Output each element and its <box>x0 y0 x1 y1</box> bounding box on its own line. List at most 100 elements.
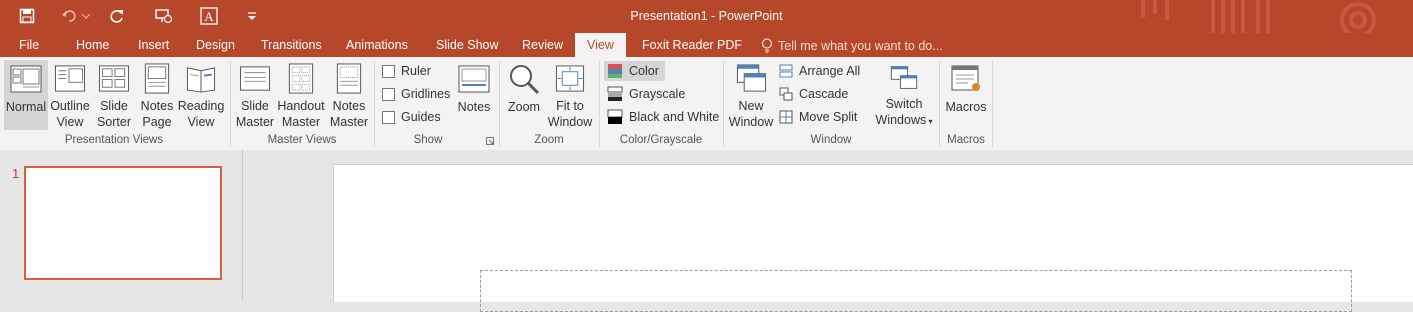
slide-canvas[interactable] <box>333 164 1413 312</box>
outline-view-label-2: View <box>56 115 84 129</box>
group-divider <box>723 61 724 147</box>
notes-page-button[interactable]: Notes Page <box>137 60 177 130</box>
cascade-label: Cascade <box>799 87 849 101</box>
slide-sorter-button[interactable]: Slide Sorter <box>94 60 134 130</box>
normal-view-button[interactable]: Normal <box>4 60 48 130</box>
slide-sorter-icon <box>98 65 130 92</box>
new-window-label-1: New <box>738 99 764 113</box>
switch-windows-label-2-wrap: Windows ▾ <box>876 112 933 130</box>
grayscale-button[interactable]: Grayscale <box>607 84 685 104</box>
zoom-magnifier-icon <box>510 65 540 95</box>
master-views-group-label: Master Views <box>267 134 337 146</box>
color-button[interactable]: Color <box>604 61 665 81</box>
tab-transitions[interactable]: Transitions <box>261 38 322 52</box>
checkbox-unchecked-icon <box>382 64 395 78</box>
tab-foxit-reader-pdf[interactable]: Foxit Reader PDF <box>642 38 742 52</box>
reading-view-label-2: View <box>187 115 215 129</box>
notes-master-button[interactable]: Notes Master <box>328 60 370 130</box>
slide-master-icon <box>239 66 271 91</box>
show-group-label: Show <box>413 134 443 146</box>
workspace: 1 <box>0 150 1413 312</box>
new-window-label-2: Window <box>728 115 774 129</box>
move-split-button[interactable]: Move Split <box>779 107 857 127</box>
guides-label: Guides <box>401 110 441 124</box>
macros-button[interactable]: Macros <box>944 60 988 130</box>
reading-view-button[interactable]: Reading View <box>178 60 224 130</box>
dropdown-arrow-icon: ▾ <box>926 117 933 126</box>
slide-master-label-2: Master <box>235 115 275 129</box>
grayscale-label: Grayscale <box>629 87 686 101</box>
tab-insert[interactable]: Insert <box>138 38 169 52</box>
slide-number: 1 <box>12 166 20 181</box>
slide-thumbnail-pane: 1 <box>0 150 243 301</box>
tell-me-search[interactable]: Tell me what you want to do... <box>761 38 943 53</box>
ribbon-tabs: File Home Insert Design Transitions Anim… <box>0 33 1413 57</box>
move-split-icon <box>779 110 793 124</box>
move-split-label: Move Split <box>799 110 858 124</box>
slide-sorter-label-2: Sorter <box>96 115 132 129</box>
switch-windows-label-1: Switch <box>885 97 923 111</box>
outline-view-label-1: Outline <box>50 99 90 113</box>
tell-me-placeholder: Tell me what you want to do... <box>778 38 943 53</box>
cascade-icon <box>779 87 793 101</box>
arrange-all-icon <box>779 64 793 78</box>
arrange-all-button[interactable]: Arrange All <box>779 61 860 81</box>
group-divider <box>939 61 940 147</box>
reading-view-label-1: Reading <box>177 99 225 113</box>
arrange-all-label: Arrange All <box>799 64 861 78</box>
tab-animations[interactable]: Animations <box>346 38 408 52</box>
notes-button[interactable]: Notes <box>454 60 494 130</box>
color-label: Color <box>629 64 659 78</box>
slide-master-button[interactable]: Slide Master <box>235 60 275 130</box>
notes-master-label-2: Master <box>329 115 369 129</box>
black-and-white-button[interactable]: Black and White <box>607 107 719 127</box>
macros-icon <box>951 65 980 91</box>
new-window-button[interactable]: New Window <box>727 60 775 130</box>
ruler-checkbox[interactable]: Ruler <box>382 61 431 81</box>
group-divider <box>499 61 500 147</box>
black-white-swatch-icon <box>607 109 623 124</box>
guides-checkbox[interactable]: Guides <box>382 107 441 127</box>
group-divider <box>230 61 231 147</box>
handout-master-label-1: Handout <box>277 99 325 113</box>
outline-view-button[interactable]: Outline View <box>50 60 90 130</box>
outline-view-icon <box>54 65 86 92</box>
switch-windows-button[interactable]: Switch Windows ▾ <box>873 60 935 130</box>
fit-to-window-label-2: Window <box>547 115 593 129</box>
fit-to-window-button[interactable]: Fit to Window <box>546 60 594 130</box>
tab-slide-show[interactable]: Slide Show <box>436 38 499 52</box>
new-window-icon <box>736 64 767 92</box>
cascade-button[interactable]: Cascade <box>779 84 848 104</box>
title-placeholder[interactable] <box>480 270 1352 312</box>
notes-page-icon <box>144 63 170 94</box>
checkbox-unchecked-icon <box>382 110 395 124</box>
slide-sorter-label-1: Slide <box>100 99 128 113</box>
color-swatch-icon <box>608 64 622 78</box>
tab-design[interactable]: Design <box>196 38 235 52</box>
decorative-pattern <box>1141 0 1376 33</box>
tab-review[interactable]: Review <box>522 38 563 52</box>
switch-windows-label-2: Windows <box>875 113 927 127</box>
fit-to-window-icon <box>555 65 585 92</box>
notes-master-icon <box>336 63 362 94</box>
tab-file[interactable]: File <box>19 38 39 52</box>
slide-thumbnail[interactable] <box>24 166 222 280</box>
ribbon-view: Normal Outline View Slide Sorter Notes P… <box>0 57 1413 151</box>
handout-master-button[interactable]: Handout Master <box>276 60 326 130</box>
notes-label: Notes <box>457 100 491 114</box>
grayscale-swatch-icon <box>607 86 623 101</box>
gridlines-checkbox[interactable]: Gridlines <box>382 84 450 104</box>
black-and-white-label: Black and White <box>629 110 720 124</box>
slide-master-label-1: Slide <box>241 99 269 113</box>
zoom-group-label: Zoom <box>534 134 564 146</box>
tab-view[interactable]: View <box>575 33 626 57</box>
reading-view-icon <box>186 67 216 93</box>
notes-icon <box>458 65 490 93</box>
notes-master-label-1: Notes <box>332 99 366 113</box>
group-divider <box>374 61 375 147</box>
handout-master-icon <box>288 63 314 94</box>
tab-home[interactable]: Home <box>76 38 109 52</box>
dialog-launcher-icon[interactable] <box>486 137 494 145</box>
zoom-button[interactable]: Zoom <box>504 60 544 130</box>
switch-windows-icon <box>890 66 918 89</box>
